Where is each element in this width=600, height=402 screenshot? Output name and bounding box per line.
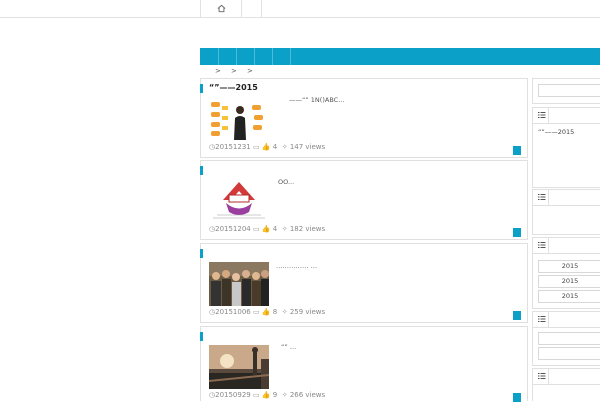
widget-header (533, 312, 600, 328)
post-date: 20151231 (215, 143, 251, 151)
comment-icon: ▭ (252, 308, 260, 316)
eye-icon: ✧ (281, 308, 288, 316)
sidebar-box[interactable] (538, 332, 600, 345)
nav-tab[interactable] (254, 48, 273, 65)
post-card: “”——2015 ——“” 1N()ABC... ◷20151231 ▭ 👍 4… (200, 78, 528, 158)
home-button[interactable] (200, 0, 242, 17)
post-excerpt: ——“” 1N()ABC... (289, 96, 345, 104)
search-input[interactable] (538, 84, 600, 97)
read-more-button[interactable] (513, 393, 521, 402)
post-excerpt: OO... (278, 178, 295, 186)
post-date: 20151006 (215, 308, 251, 316)
list-icon (538, 316, 546, 322)
post-marker (200, 84, 203, 93)
breadcrumb-separator: > (215, 67, 221, 75)
sidebar-widget (532, 368, 600, 401)
widget-header (533, 108, 600, 124)
nav-tab[interactable] (236, 48, 255, 65)
sidebar-recent-widget: “”——2015 (532, 107, 600, 188)
read-more-button[interactable] (513, 228, 521, 237)
sidebar-archive-widget: 2015 2015 2015 (532, 237, 600, 309)
post-likes: 8 (272, 308, 278, 316)
post-views: 266 views (289, 391, 326, 399)
widget-header (533, 369, 600, 385)
post-meta: ◷20151204 ▭ 👍 4 ✧ 182 views (209, 225, 325, 233)
comment-icon: ▭ (252, 143, 260, 151)
comment-icon: ▭ (252, 225, 260, 233)
nav-tab[interactable] (272, 48, 291, 65)
post-card: …………… … ◷20151006 ▭ 👍 8 ✧ 259 views (200, 243, 528, 323)
eye-icon: ✧ (281, 143, 288, 151)
thumbs-up-icon: 👍 (261, 143, 271, 151)
read-more-button[interactable] (513, 311, 521, 320)
post-likes: 4 (272, 143, 278, 151)
comment-icon: ▭ (252, 391, 260, 399)
breadcrumb-separator: > (247, 67, 253, 75)
post-title[interactable]: “”——2015 (209, 83, 258, 92)
archive-link[interactable]: 2015 (538, 275, 600, 288)
post-marker (200, 332, 203, 341)
archive-link[interactable]: 2015 (538, 260, 600, 273)
list-icon (538, 194, 546, 200)
recent-post-link[interactable]: “”——2015 (538, 128, 574, 136)
eye-icon: ✧ (281, 225, 288, 233)
post-likes: 4 (272, 225, 278, 233)
post-date: 20151204 (215, 225, 251, 233)
post-marker (200, 166, 203, 175)
post-views: 182 views (289, 225, 326, 233)
thumbs-up-icon: 👍 (261, 225, 271, 233)
sidebar-widget (532, 311, 600, 366)
thumbs-up-icon: 👍 (261, 308, 271, 316)
post-date: 20150929 (215, 391, 251, 399)
post-thumbnail[interactable] (209, 96, 269, 140)
top-bar-item[interactable] (241, 0, 262, 17)
list-icon (538, 112, 546, 118)
list-icon (538, 373, 546, 379)
sidebar-search-widget (532, 78, 600, 104)
post-thumbnail[interactable] (209, 178, 269, 222)
list-icon (538, 242, 546, 248)
post-views: 259 views (289, 308, 326, 316)
post-likes: 9 (272, 391, 278, 399)
sidebar-box[interactable] (538, 347, 600, 360)
post-excerpt: …………… … (276, 262, 318, 270)
sidebar-widget (532, 189, 600, 235)
breadcrumb-separator: > (231, 67, 237, 75)
main-nav (200, 48, 600, 65)
widget-header (533, 238, 600, 254)
post-meta: ◷20151231 ▭ 👍 4 ✧ 147 views (209, 143, 325, 151)
home-icon (217, 4, 226, 13)
nav-tab[interactable] (200, 48, 219, 65)
eye-icon: ✧ (281, 391, 288, 399)
post-card: “” … ◷20150929 ▭ 👍 9 ✧ 266 views (200, 326, 528, 402)
post-thumbnail[interactable] (209, 345, 269, 389)
widget-header (533, 190, 600, 206)
post-excerpt: “” … (281, 343, 297, 351)
top-bar (0, 0, 600, 18)
post-card: OO... ◷20151204 ▭ 👍 4 ✧ 182 views (200, 160, 528, 240)
archive-link[interactable]: 2015 (538, 290, 600, 303)
post-meta: ◷20151006 ▭ 👍 8 ✧ 259 views (209, 308, 325, 316)
post-meta: ◷20150929 ▭ 👍 9 ✧ 266 views (209, 391, 325, 399)
post-marker (200, 249, 203, 258)
post-views: 147 views (289, 143, 326, 151)
post-thumbnail[interactable] (209, 262, 269, 306)
nav-tab[interactable] (218, 48, 237, 65)
read-more-button[interactable] (513, 146, 521, 155)
thumbs-up-icon: 👍 (261, 391, 271, 399)
